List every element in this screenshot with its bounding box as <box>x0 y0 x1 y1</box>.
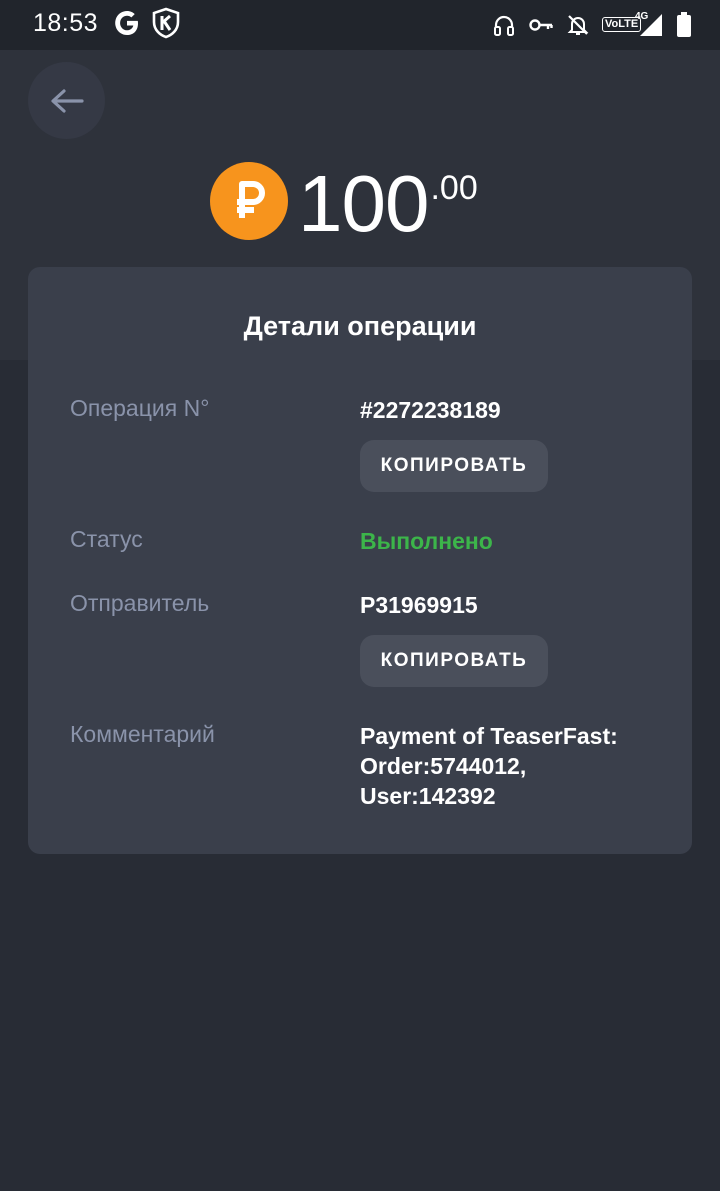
vpn-key-icon <box>529 19 553 31</box>
amount-display: 100 .00 <box>210 160 478 250</box>
google-icon <box>115 11 138 35</box>
notifications-off-icon <box>567 15 589 35</box>
sender-value: P31969915 <box>360 592 478 618</box>
operation-number-label: Операция N° <box>70 395 210 421</box>
card-title: Детали операции <box>243 311 477 341</box>
comment-line: Order:5744012, <box>360 753 527 779</box>
status-icons: VoLTE 4G <box>492 10 692 40</box>
comment-line: Payment of TeaserFast: <box>360 723 618 749</box>
shield-k-icon <box>152 7 180 39</box>
comment-label: Комментарий <box>70 721 215 747</box>
operation-details-card: Детали операции Операция N° #2272238189 … <box>28 267 692 854</box>
network-indicator: VoLTE 4G <box>602 11 664 38</box>
comment-line: User:142392 <box>360 783 496 809</box>
sender-label: Отправитель <box>70 590 210 616</box>
signal-icon <box>640 14 662 36</box>
copy-operation-button[interactable]: КОПИРОВАТЬ <box>360 440 548 492</box>
status-value: Выполнено <box>360 528 493 554</box>
status-label: Статус <box>70 526 143 552</box>
comment-value: Payment of TeaserFast: Order:5744012, Us… <box>360 721 660 811</box>
status-bar: 18:53 VoLTE 4G <box>0 0 720 50</box>
headphones-icon <box>494 15 514 36</box>
battery-icon <box>677 12 691 37</box>
arrow-left-icon <box>50 88 84 113</box>
operation-number-value: #2272238189 <box>360 397 501 423</box>
amount-decimal: .00 <box>430 169 478 207</box>
status-time: 18:53 <box>33 9 99 37</box>
amount-integer: 100 <box>298 159 429 248</box>
copy-sender-button[interactable]: КОПИРОВАТЬ <box>360 635 548 687</box>
ruble-coin-icon <box>210 162 288 240</box>
back-button[interactable] <box>28 62 105 139</box>
